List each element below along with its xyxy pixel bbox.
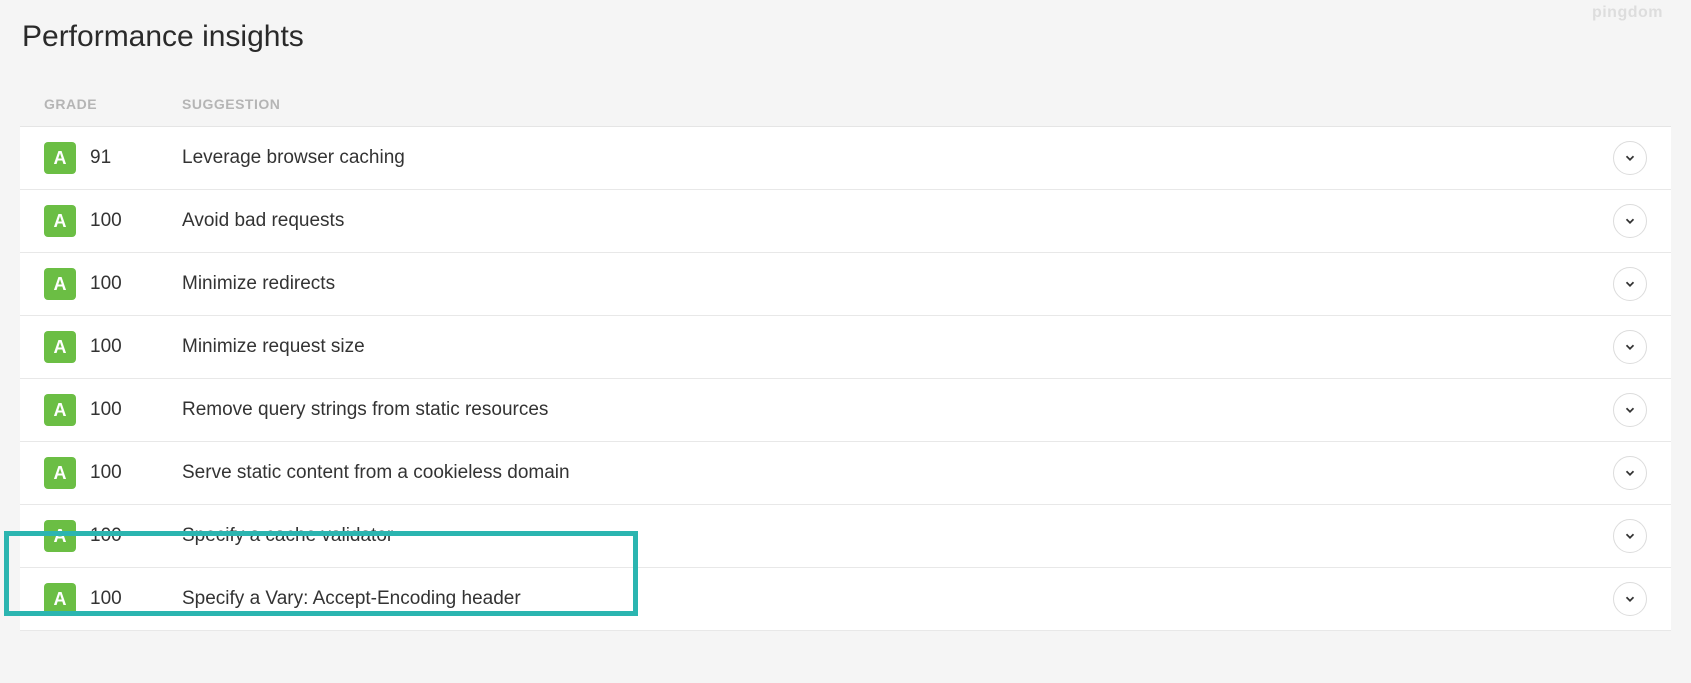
insight-row[interactable]: A 100 Avoid bad requests: [20, 190, 1671, 253]
chevron-down-icon: [1623, 340, 1637, 354]
expand-button[interactable]: [1613, 330, 1647, 364]
grade-score: 100: [90, 525, 122, 547]
insight-row[interactable]: A 100 Minimize request size: [20, 316, 1671, 379]
grade-badge: A: [44, 331, 76, 363]
chevron-down-icon: [1623, 466, 1637, 480]
grade-cell: A 100: [44, 520, 182, 552]
grade-score: 100: [90, 273, 122, 295]
grade-badge: A: [44, 520, 76, 552]
chevron-down-icon: [1623, 277, 1637, 291]
table-header: GRADE SUGGESTION: [20, 82, 1671, 127]
expand-button[interactable]: [1613, 519, 1647, 553]
chevron-down-icon: [1623, 592, 1637, 606]
chevron-down-icon: [1623, 151, 1637, 165]
expand-button[interactable]: [1613, 456, 1647, 490]
grade-score: 100: [90, 336, 122, 358]
grade-score: 100: [90, 210, 122, 232]
insight-row[interactable]: A 100 Minimize redirects: [20, 253, 1671, 316]
expand-button[interactable]: [1613, 204, 1647, 238]
header-suggestion: SUGGESTION: [182, 96, 280, 112]
suggestion-text: Minimize request size: [182, 336, 1613, 358]
grade-cell: A 100: [44, 268, 182, 300]
suggestion-text: Specify a Vary: Accept-Encoding header: [182, 588, 1613, 610]
grade-badge: A: [44, 394, 76, 426]
expand-button[interactable]: [1613, 141, 1647, 175]
brand-watermark: pingdom: [1592, 4, 1663, 22]
expand-button[interactable]: [1613, 393, 1647, 427]
grade-badge: A: [44, 268, 76, 300]
page-title: Performance insights: [22, 20, 1671, 54]
grade-cell: A 91: [44, 142, 182, 174]
grade-badge: A: [44, 457, 76, 489]
grade-badge: A: [44, 583, 76, 615]
grade-cell: A 100: [44, 331, 182, 363]
suggestion-text: Leverage browser caching: [182, 147, 1613, 169]
grade-badge: A: [44, 205, 76, 237]
expand-button[interactable]: [1613, 267, 1647, 301]
grade-cell: A 100: [44, 394, 182, 426]
expand-button[interactable]: [1613, 582, 1647, 616]
insight-row[interactable]: A 100 Specify a Vary: Accept-Encoding he…: [20, 568, 1671, 631]
insight-row[interactable]: A 100 Specify a cache validator: [20, 505, 1671, 568]
insight-row[interactable]: A 91 Leverage browser caching: [20, 127, 1671, 190]
chevron-down-icon: [1623, 214, 1637, 228]
chevron-down-icon: [1623, 529, 1637, 543]
suggestion-text: Remove query strings from static resourc…: [182, 399, 1613, 421]
insight-row[interactable]: A 100 Remove query strings from static r…: [20, 379, 1671, 442]
chevron-down-icon: [1623, 403, 1637, 417]
suggestion-text: Specify a cache validator: [182, 525, 1613, 547]
grade-score: 100: [90, 399, 122, 421]
suggestion-text: Minimize redirects: [182, 273, 1613, 295]
insights-table: GRADE SUGGESTION A 91 Leverage browser c…: [20, 82, 1671, 631]
grade-cell: A 100: [44, 205, 182, 237]
suggestion-text: Avoid bad requests: [182, 210, 1613, 232]
grade-score: 100: [90, 462, 122, 484]
grade-score: 100: [90, 588, 122, 610]
grade-cell: A 100: [44, 457, 182, 489]
grade-cell: A 100: [44, 583, 182, 615]
insight-row[interactable]: A 100 Serve static content from a cookie…: [20, 442, 1671, 505]
suggestion-text: Serve static content from a cookieless d…: [182, 462, 1613, 484]
grade-badge: A: [44, 142, 76, 174]
header-grade: GRADE: [44, 96, 182, 112]
grade-score: 91: [90, 147, 111, 169]
